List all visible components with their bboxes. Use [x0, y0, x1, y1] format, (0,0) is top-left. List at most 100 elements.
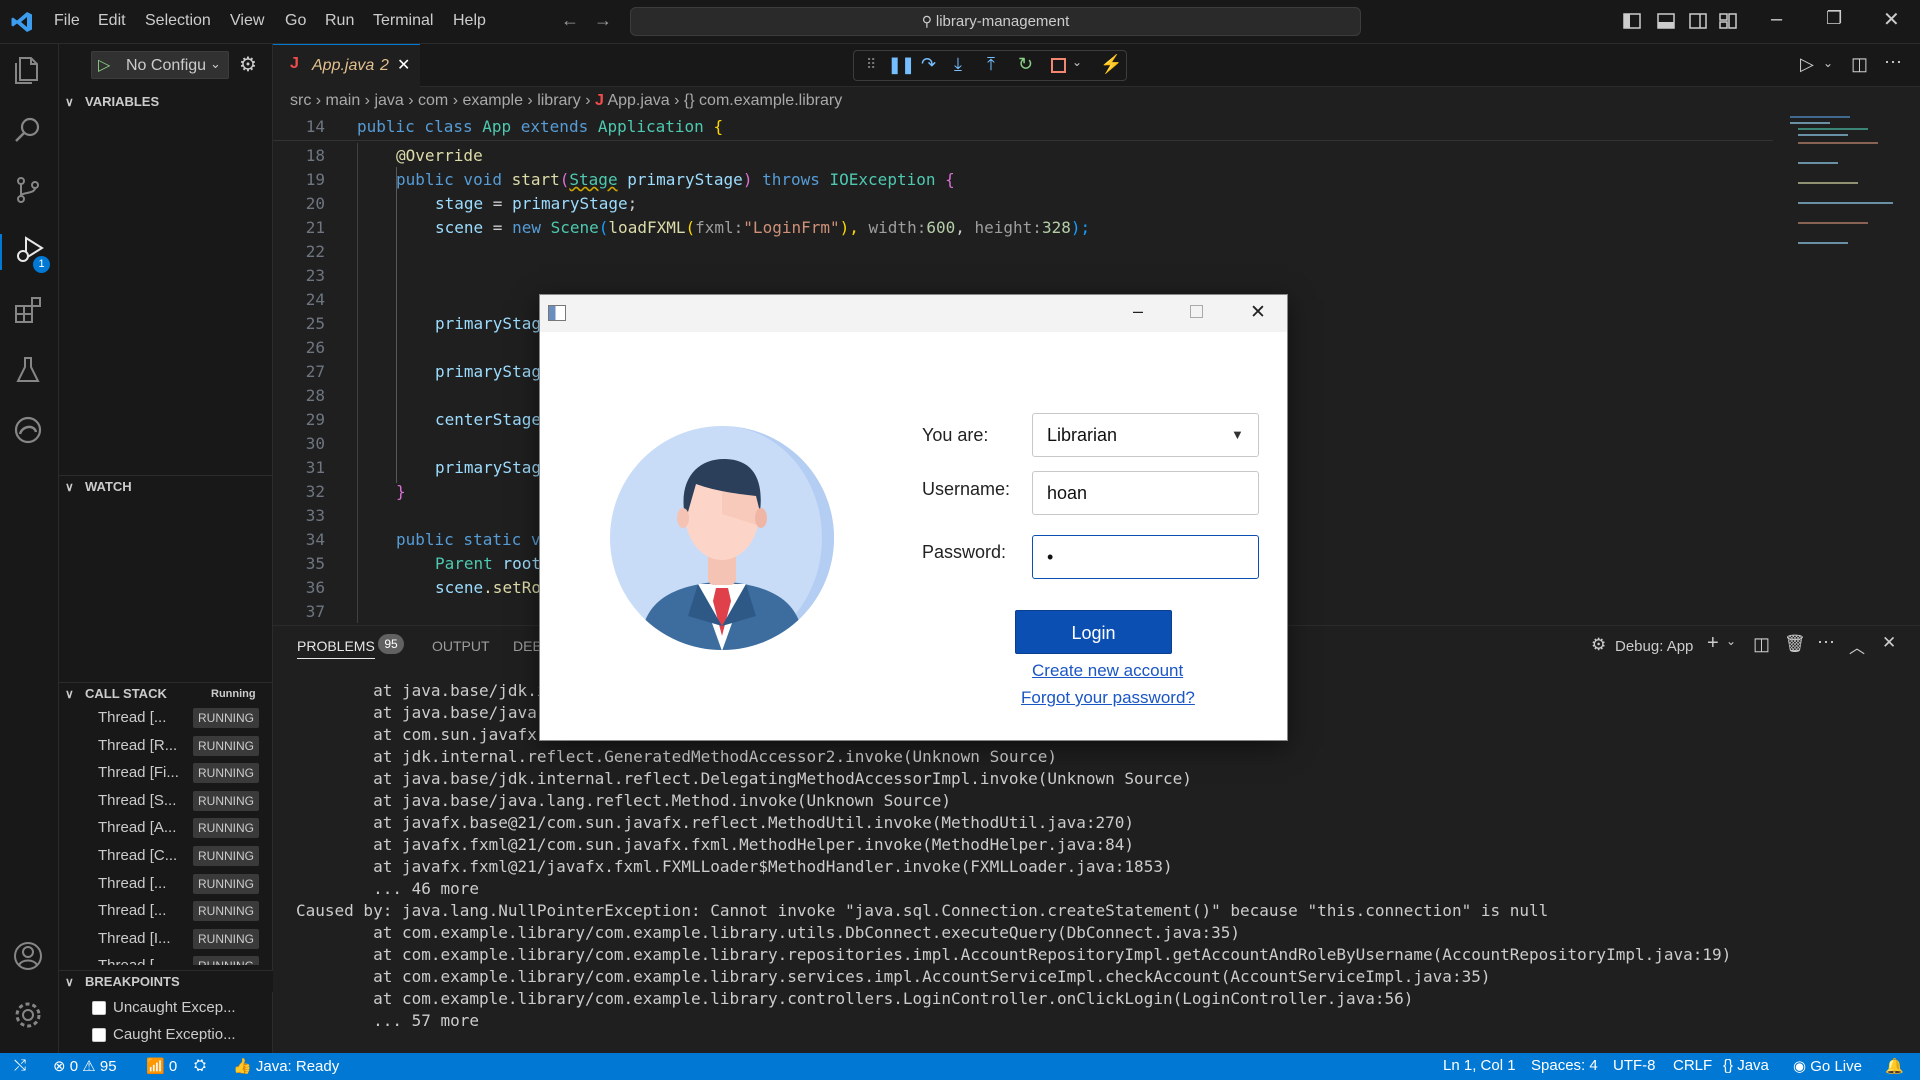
menu-go[interactable]: Go — [285, 12, 306, 30]
menu-selection[interactable]: Selection — [145, 12, 211, 30]
breadcrumb-item[interactable]: src — [290, 92, 311, 109]
close-panel-icon[interactable]: ✕ — [1882, 633, 1896, 653]
breakpoint-caught[interactable]: Caught Exceptio... — [92, 1024, 272, 1048]
restore-window-icon[interactable]: ❐ — [1826, 8, 1842, 29]
step-out-icon[interactable]: ⤒ — [987, 54, 995, 75]
breadcrumb-item[interactable]: library — [537, 92, 581, 109]
chevron-down-icon[interactable]: ⌄ — [1823, 56, 1833, 70]
minimize-window-icon[interactable]: – — [1133, 301, 1143, 322]
indentation-status[interactable]: Spaces: 4 — [1531, 1057, 1598, 1074]
call-stack-thread[interactable]: Thread [S... RUNNING — [59, 788, 273, 815]
breakpoints-section-header[interactable]: ∨ BREAKPOINTS — [59, 970, 273, 992]
password-input[interactable]: • — [1032, 535, 1259, 579]
split-editor-icon[interactable]: ◫ — [1851, 54, 1868, 75]
encoding-status[interactable]: UTF-8 — [1613, 1057, 1656, 1074]
call-stack-thread[interactable]: Thread [Fi... RUNNING — [59, 760, 273, 787]
maximize-window-icon[interactable] — [1190, 305, 1203, 318]
extensions-icon[interactable] — [12, 294, 48, 330]
chevron-down-icon[interactable]: ⌄ — [1072, 55, 1082, 69]
language-status[interactable]: {} Java — [1723, 1057, 1769, 1074]
login-button[interactable]: Login — [1015, 610, 1172, 654]
toggle-primary-sidebar-icon[interactable] — [1622, 11, 1644, 33]
breakpoint-checkbox[interactable] — [92, 1001, 106, 1015]
menu-terminal[interactable]: Terminal — [373, 12, 433, 30]
menu-view[interactable]: View — [230, 12, 264, 30]
add-terminal-icon[interactable]: + — [1707, 632, 1719, 655]
tab-debug-console[interactable]: DEB — [513, 638, 542, 654]
forgot-password-link[interactable]: Forgot your password? — [1021, 688, 1195, 708]
more-actions-icon[interactable]: ⋯ — [1884, 52, 1902, 73]
remote-icon[interactable]: ⤭ — [14, 1057, 26, 1074]
forward-arrow-icon[interactable]: → — [594, 10, 612, 31]
call-stack-section-header[interactable]: ∨ CALL STACK Running — [59, 682, 273, 704]
call-stack-thread[interactable]: Thread [... RUNNING — [59, 953, 273, 966]
debug-settings-gear-icon[interactable]: ⚙ — [239, 52, 257, 77]
pause-icon[interactable]: ❚❚ — [888, 55, 915, 75]
cursor-position[interactable]: Ln 1, Col 1 — [1443, 1057, 1516, 1074]
hot-reload-icon[interactable]: ⚡ — [1100, 54, 1122, 75]
sticky-scroll-line[interactable]: 14 public class App extends Application … — [273, 115, 1773, 141]
step-into-icon[interactable]: ⤓ — [954, 54, 962, 75]
run-icon[interactable]: ▷ — [1800, 54, 1814, 75]
toggle-panel-icon[interactable] — [1656, 11, 1678, 33]
menu-run[interactable]: Run — [325, 12, 354, 30]
java-status[interactable]: 👍 Java: Ready — [233, 1057, 339, 1075]
restart-icon[interactable]: ↻ — [1018, 54, 1033, 75]
customize-layout-icon[interactable] — [1718, 11, 1740, 33]
call-stack-thread[interactable]: Thread [... RUNNING — [59, 871, 273, 898]
minimize-window-icon[interactable]: – — [1771, 8, 1782, 31]
trash-icon[interactable]: 🗑 — [1784, 634, 1806, 654]
variables-section-header[interactable]: ∨ VARIABLES — [59, 91, 273, 113]
explorer-icon[interactable] — [12, 54, 48, 90]
username-input[interactable]: hoan — [1032, 471, 1259, 515]
breadcrumb-item[interactable]: main — [326, 92, 361, 109]
chevron-down-icon[interactable]: ⌄ — [1726, 634, 1736, 648]
drag-handle-icon[interactable]: ⠿ — [866, 56, 876, 73]
testing-icon[interactable] — [12, 354, 48, 390]
eol-status[interactable]: CRLF — [1673, 1057, 1712, 1074]
call-stack-thread[interactable]: Thread [I... RUNNING — [59, 926, 273, 953]
maximize-panel-icon[interactable]: ︿ — [1849, 634, 1865, 658]
start-debug-icon[interactable]: ▷ — [98, 55, 110, 75]
breadcrumb-item[interactable]: {} com.example.library — [684, 92, 842, 109]
settings-gear-icon[interactable] — [12, 999, 48, 1035]
call-stack-thread[interactable]: Thread [R... RUNNING — [59, 733, 273, 760]
more-actions-icon[interactable]: ⋯ — [1817, 632, 1835, 653]
close-tab-icon[interactable]: ✕ — [397, 55, 410, 75]
run-debug-icon[interactable]: 1 — [0, 234, 59, 273]
call-stack-thread[interactable]: Thread [A... RUNNING — [59, 815, 273, 842]
breadcrumb-item[interactable]: java — [374, 92, 403, 109]
tab-app-java[interactable]: J App.java 2 ✕ — [273, 44, 420, 87]
notifications-bell-icon[interactable]: 🔔 — [1885, 1057, 1904, 1075]
breakpoint-checkbox[interactable] — [92, 1028, 106, 1042]
watch-section-header[interactable]: ∨ WATCH — [59, 475, 273, 497]
command-center-search[interactable]: ⚲ library-management — [630, 7, 1361, 36]
breakpoint-uncaught[interactable]: Uncaught Excep... — [92, 997, 272, 1021]
menu-help[interactable]: Help — [453, 12, 486, 30]
edge-icon[interactable] — [12, 414, 48, 450]
create-account-link[interactable]: Create new account — [1032, 661, 1183, 681]
close-window-icon[interactable]: ✕ — [1883, 7, 1900, 32]
tab-output[interactable]: OUTPUT — [432, 638, 490, 654]
call-stack-thread[interactable]: Thread [... RUNNING — [59, 898, 273, 925]
toggle-secondary-sidebar-icon[interactable] — [1688, 11, 1710, 33]
errors-status[interactable]: ⊗ 0 ⚠ 95 — [53, 1057, 117, 1075]
stop-icon[interactable] — [1051, 58, 1066, 73]
menu-edit[interactable]: Edit — [98, 12, 126, 30]
breadcrumb-item[interactable]: com — [418, 92, 448, 109]
close-window-icon[interactable]: ✕ — [1250, 301, 1266, 324]
go-live-status[interactable]: ◉ Go Live — [1793, 1057, 1862, 1075]
debug-target-label[interactable]: Debug: App — [1615, 638, 1693, 655]
tab-problems[interactable]: PROBLEMS — [297, 638, 375, 659]
debug-status-icon[interactable]: ⛭ — [194, 1057, 206, 1074]
search-icon[interactable] — [12, 114, 48, 150]
step-over-icon[interactable]: ↷ — [921, 54, 936, 75]
account-icon[interactable] — [12, 940, 48, 976]
menu-file[interactable]: File — [54, 12, 80, 30]
split-terminal-icon[interactable]: ◫ — [1753, 634, 1770, 655]
role-select[interactable]: Librarian ▼ — [1032, 413, 1259, 457]
debug-config-select[interactable]: ▷ No Configu ⌄ — [91, 51, 229, 79]
back-arrow-icon[interactable]: ← — [561, 10, 579, 31]
breadcrumb-item[interactable]: example — [462, 92, 522, 109]
call-stack-thread[interactable]: Thread [C... RUNNING — [59, 843, 273, 870]
